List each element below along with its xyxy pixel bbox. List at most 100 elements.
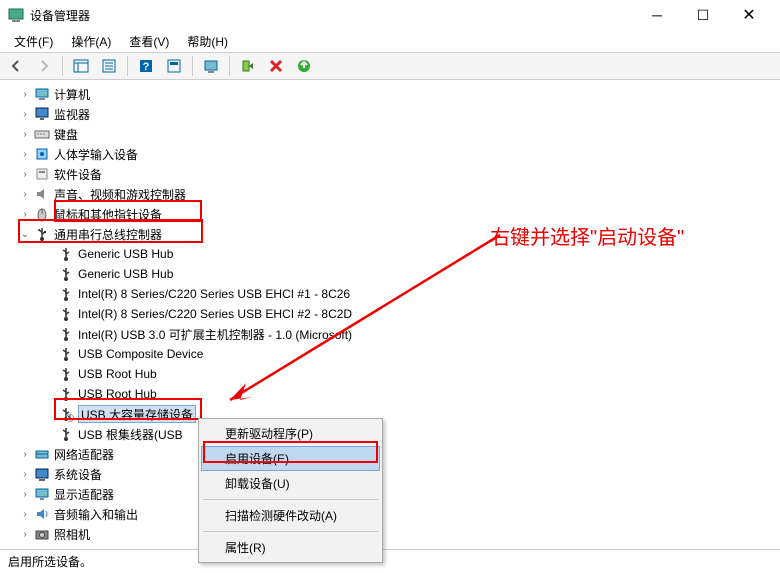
software-icon: [34, 166, 50, 182]
expand-icon[interactable]: ›: [18, 207, 32, 221]
tree-item[interactable]: Intel(R) 8 Series/C220 Series USB EHCI #…: [10, 304, 780, 324]
tree-item[interactable]: › 系统设备: [10, 464, 780, 484]
expand-icon[interactable]: ›: [18, 187, 32, 201]
network-icon: [34, 446, 50, 462]
tree-item[interactable]: USB Root Hub: [10, 384, 780, 404]
usb-icon: [58, 326, 74, 342]
expand-icon[interactable]: ›: [18, 527, 32, 541]
menu-properties[interactable]: 属性(R): [201, 535, 380, 560]
tree-item[interactable]: USB 根集线器(USB: [10, 424, 780, 444]
menu-view[interactable]: 查看(V): [121, 31, 177, 52]
tree-item-usb-mass-storage[interactable]: USB 大容量存储设备: [10, 404, 780, 424]
tree-label: 通用串行总线控制器: [54, 226, 162, 243]
window-title: 设备管理器: [30, 7, 634, 24]
keyboard-icon: [34, 126, 50, 142]
expand-icon[interactable]: ›: [18, 127, 32, 141]
tree-label: USB 根集线器(USB: [78, 426, 183, 443]
update-driver-button[interactable]: [292, 54, 316, 78]
expand-icon[interactable]: ›: [18, 447, 32, 461]
tree-item[interactable]: ›照相机: [10, 524, 780, 544]
tree-item[interactable]: › 鼠标和其他指针设备: [10, 204, 780, 224]
sound-icon: [34, 186, 50, 202]
tree-item[interactable]: Generic USB Hub: [10, 244, 780, 264]
properties2-button[interactable]: [162, 54, 186, 78]
tree-item[interactable]: › 人体学输入设备: [10, 144, 780, 164]
tree-item[interactable]: › 计算机: [10, 84, 780, 104]
usb-icon: [58, 286, 74, 302]
forward-button[interactable]: [32, 54, 56, 78]
tree-label: 系统设备: [54, 466, 102, 483]
properties-button[interactable]: [97, 54, 121, 78]
computer-icon: [34, 86, 50, 102]
maximize-button[interactable]: ☐: [680, 0, 726, 30]
tree-item[interactable]: › 键盘: [10, 124, 780, 144]
tree-label: USB Root Hub: [78, 387, 157, 401]
tree-item[interactable]: Intel(R) 8 Series/C220 Series USB EHCI #…: [10, 284, 780, 304]
titlebar: 设备管理器 ─ ☐ ✕: [0, 0, 780, 30]
tree-label: 声音、视频和游戏控制器: [54, 186, 186, 203]
expand-icon[interactable]: ›: [18, 87, 32, 101]
back-button[interactable]: [4, 54, 28, 78]
scan-hardware-button[interactable]: [199, 54, 223, 78]
tree-label: 鼠标和其他指针设备: [54, 206, 162, 223]
usb-icon: [58, 306, 74, 322]
tree-label: 键盘: [54, 126, 78, 143]
disable-device-button[interactable]: [264, 54, 288, 78]
tree-item[interactable]: Generic USB Hub: [10, 264, 780, 284]
camera-icon: [34, 526, 50, 542]
close-button[interactable]: ✕: [726, 0, 772, 30]
expand-icon[interactable]: ›: [18, 167, 32, 181]
expand-icon[interactable]: ›: [18, 507, 32, 521]
tree-label: 网络适配器: [54, 446, 114, 463]
audio-icon: [34, 506, 50, 522]
tree-label: Intel(R) USB 3.0 可扩展主机控制器 - 1.0 (Microso…: [78, 326, 352, 343]
tree-label: 计算机: [54, 86, 90, 103]
tree-label: USB 大容量存储设备: [81, 406, 193, 423]
usb-icon: [58, 266, 74, 282]
menu-update-driver[interactable]: 更新驱动程序(P): [201, 421, 380, 446]
menu-action[interactable]: 操作(A): [63, 31, 119, 52]
tree-item[interactable]: › 音频输入和输出: [10, 504, 780, 524]
device-tree[interactable]: › 计算机 › 监视器 › 键盘 › 人体学输入设备 › 软件设备 › 声音、视…: [0, 80, 780, 550]
tree-item[interactable]: USB Composite Device: [10, 344, 780, 364]
tree-label: Intel(R) 8 Series/C220 Series USB EHCI #…: [78, 307, 352, 321]
tree-item[interactable]: Intel(R) USB 3.0 可扩展主机控制器 - 1.0 (Microso…: [10, 324, 780, 344]
status-text: 启用所选设备。: [8, 553, 92, 570]
display-icon: [34, 486, 50, 502]
app-icon: [8, 7, 24, 23]
menu-file[interactable]: 文件(F): [6, 31, 61, 52]
usb-icon: [58, 386, 74, 402]
tree-item[interactable]: USB Root Hub: [10, 364, 780, 384]
tree-label: 软件设备: [54, 166, 102, 183]
tree-label: USB Composite Device: [78, 347, 203, 361]
menu-scan-hardware[interactable]: 扫描检测硬件改动(A): [201, 503, 380, 528]
tree-item-usb-controllers[interactable]: ⌄ 通用串行总线控制器: [10, 224, 780, 244]
monitor-icon: [34, 106, 50, 122]
context-menu: 更新驱动程序(P) 启用设备(E) 卸载设备(U) 扫描检测硬件改动(A) 属性…: [198, 418, 383, 563]
minimize-button[interactable]: ─: [634, 0, 680, 30]
tree-item[interactable]: › 声音、视频和游戏控制器: [10, 184, 780, 204]
menubar: 文件(F) 操作(A) 查看(V) 帮助(H): [0, 30, 780, 52]
collapse-icon[interactable]: ⌄: [18, 227, 32, 241]
tree-label: Generic USB Hub: [78, 247, 173, 261]
tree-label: 音频输入和输出: [54, 506, 138, 523]
menu-separator: [203, 531, 378, 532]
tree-item[interactable]: ›显示适配器: [10, 484, 780, 504]
expand-icon[interactable]: ›: [18, 467, 32, 481]
menu-enable-device[interactable]: 启用设备(E): [201, 446, 380, 471]
tree-item[interactable]: › 监视器: [10, 104, 780, 124]
system-icon: [34, 466, 50, 482]
tree-item[interactable]: › 软件设备: [10, 164, 780, 184]
statusbar: 启用所选设备。: [0, 550, 780, 572]
show-hide-tree-button[interactable]: [69, 54, 93, 78]
expand-icon[interactable]: ›: [18, 147, 32, 161]
expand-icon[interactable]: ›: [18, 487, 32, 501]
usb-icon: [58, 246, 74, 262]
tree-item[interactable]: › 网络适配器: [10, 444, 780, 464]
help-button[interactable]: ?: [134, 54, 158, 78]
menu-uninstall-device[interactable]: 卸载设备(U): [201, 471, 380, 496]
tree-label: 人体学输入设备: [54, 146, 138, 163]
enable-device-button[interactable]: [236, 54, 260, 78]
menu-help[interactable]: 帮助(H): [179, 31, 236, 52]
expand-icon[interactable]: ›: [18, 107, 32, 121]
